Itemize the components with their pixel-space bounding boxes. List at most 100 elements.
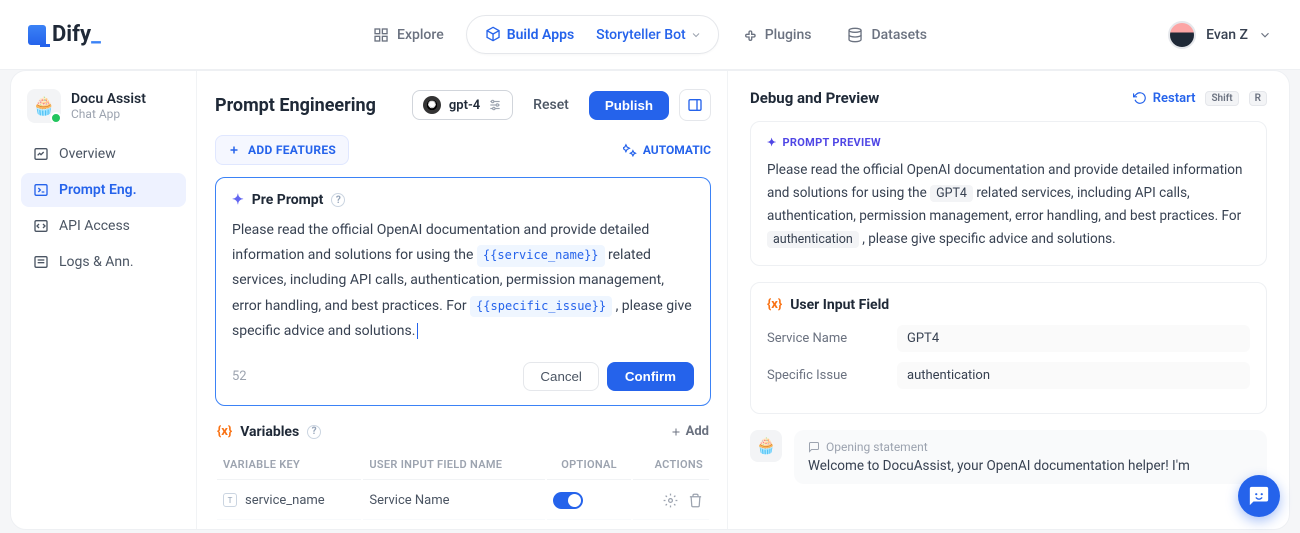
kbd-hint: Shift [1205, 91, 1238, 106]
card-title: Pre Prompt [252, 192, 324, 208]
reset-button[interactable]: Reset [523, 91, 579, 119]
trash-icon[interactable] [688, 493, 703, 508]
logo-icon [28, 25, 46, 45]
col-actions: ACTIONS [633, 450, 709, 480]
col-field: USER INPUT FIELD NAME [363, 450, 544, 480]
topbar: Dify Explore Build Apps Storyteller Bot … [0, 0, 1300, 70]
col-optional: OPTIONAL [547, 450, 632, 480]
preview-text: , please give specific advice and soluti… [862, 231, 1116, 247]
sidebar: 🧁 Docu Assist Chat App Overview Prompt E… [11, 71, 197, 529]
list-icon [33, 254, 49, 270]
sidebar-item-label: Prompt Eng. [59, 182, 137, 198]
sidebar-item-overview[interactable]: Overview [21, 137, 186, 171]
text-cursor [417, 323, 418, 339]
card-footer: 52 Cancel Confirm [232, 362, 694, 391]
code-icon [33, 218, 49, 234]
layout-toggle-button[interactable] [679, 89, 711, 121]
link-label: Add [686, 424, 709, 439]
app-type: Chat App [71, 107, 146, 121]
nav-label: Storyteller Bot [596, 27, 686, 43]
refresh-icon [1133, 91, 1147, 105]
sidebar-item-prompt[interactable]: Prompt Eng. [21, 173, 186, 207]
preview-column: Debug and Preview Restart Shift R ✦ PROM… [727, 71, 1289, 529]
nav-datasets[interactable]: Datasets [833, 19, 940, 51]
sidebar-item-logs[interactable]: Logs & Ann. [21, 245, 186, 279]
terminal-icon [33, 182, 49, 198]
model-name: gpt-4 [449, 98, 480, 113]
page-header: Prompt Engineering ✺ gpt-4 Reset Publish [215, 89, 711, 121]
variables-table: VARIABLE KEY USER INPUT FIELD NAME OPTIO… [215, 448, 711, 529]
puzzle-icon [741, 27, 757, 43]
filled-value: authentication [767, 231, 859, 248]
app-header[interactable]: 🧁 Docu Assist Chat App [21, 89, 186, 137]
logo-text: Dify [52, 22, 101, 47]
card-header: ✦ Pre Prompt ? [232, 192, 694, 208]
button-label: AUTOMATIC [643, 143, 711, 157]
debug-header: Debug and Preview Restart Shift R [750, 89, 1289, 107]
chevron-down-icon [690, 29, 702, 41]
nav-label: Explore [397, 27, 444, 43]
publish-button[interactable]: Publish [589, 91, 669, 120]
var-field: Service Name [363, 482, 544, 520]
field-input[interactable]: GPT4 [897, 325, 1250, 352]
prompt-preview-box: ✦ PROMPT PREVIEW Please read the officia… [750, 121, 1267, 266]
automatic-button[interactable]: AUTOMATIC [623, 143, 711, 157]
main: Prompt Engineering ✺ gpt-4 Reset Publish [197, 71, 1289, 529]
opening-text: Welcome to DocuAssist, your OpenAI docum… [808, 458, 1253, 474]
sparkle-icon: ✦ [232, 192, 244, 208]
sliders-icon [488, 98, 502, 112]
columns-icon [687, 97, 703, 113]
nav-build-pill: Build Apps Storyteller Bot [466, 15, 719, 54]
col-key: VARIABLE KEY [217, 450, 361, 480]
plus-icon [670, 426, 682, 438]
restart-button[interactable]: Restart Shift R [1133, 91, 1267, 106]
variable-chip[interactable]: {{service_name}} [477, 245, 605, 267]
model-selector[interactable]: ✺ gpt-4 [412, 90, 513, 120]
editor-column: Prompt Engineering ✺ gpt-4 Reset Publish [197, 71, 727, 529]
variables-header: {x} Variables ? Add [215, 424, 711, 440]
sparkle-icon: ✦ [767, 136, 777, 149]
info-icon[interactable]: ? [331, 193, 345, 207]
app-icon: 🧁 [27, 89, 61, 123]
kbd-hint: R [1249, 91, 1267, 106]
nav-label: Datasets [871, 27, 926, 43]
confirm-button[interactable]: Confirm [607, 362, 694, 391]
user-menu[interactable]: Evan Z [1168, 21, 1272, 49]
opening-label: Opening statement [808, 440, 1253, 454]
add-features-button[interactable]: ADD FEATURES [215, 135, 349, 165]
bot-avatar: 🧁 [750, 430, 782, 462]
grid-icon [373, 27, 389, 43]
sidebar-item-api[interactable]: API Access [21, 209, 186, 243]
help-fab[interactable] [1238, 475, 1280, 517]
nav-plugins[interactable]: Plugins [727, 19, 826, 51]
var-key: service_name [245, 493, 325, 508]
field-label: Specific Issue [767, 368, 897, 383]
app-name: Docu Assist [71, 91, 146, 107]
nav-bot-dropdown[interactable]: Storyteller Bot [590, 21, 712, 49]
table-row: Tservice_name Service Name [217, 482, 709, 520]
section-title: Variables [240, 424, 299, 440]
info-icon[interactable]: ? [307, 425, 321, 439]
gear-icon[interactable] [663, 493, 678, 508]
section-title: User Input Field [790, 297, 889, 313]
field-input[interactable]: authentication [897, 362, 1250, 389]
nav-label: Build Apps [507, 27, 574, 43]
variable-chip[interactable]: {{specific_issue}} [470, 296, 612, 318]
add-variable-button[interactable]: Add [670, 424, 709, 439]
optional-toggle[interactable] [553, 492, 583, 509]
logo[interactable]: Dify [28, 22, 101, 47]
cancel-button[interactable]: Cancel [523, 362, 599, 391]
chat-bubble: Opening statement Welcome to DocuAssist,… [794, 430, 1267, 484]
user-input-box: {x} User Input Field Service Name GPT4 S… [750, 282, 1267, 414]
input-field-row: Specific Issue authentication [767, 362, 1250, 389]
nav-label: Plugins [765, 27, 812, 43]
preprompt-card: ✦ Pre Prompt ? Please read the official … [215, 177, 711, 406]
main-nav: Explore Build Apps Storyteller Bot Plugi… [359, 15, 941, 54]
nav-build[interactable]: Build Apps [473, 20, 586, 49]
chevron-down-icon [1258, 28, 1272, 42]
nav-explore[interactable]: Explore [359, 19, 458, 51]
message-icon [808, 441, 820, 453]
input-field-row: Service Name GPT4 [767, 325, 1250, 352]
prompt-editor[interactable]: Please read the official OpenAI document… [232, 218, 694, 344]
chat-message: 🧁 Opening statement Welcome to DocuAssis… [750, 430, 1289, 484]
